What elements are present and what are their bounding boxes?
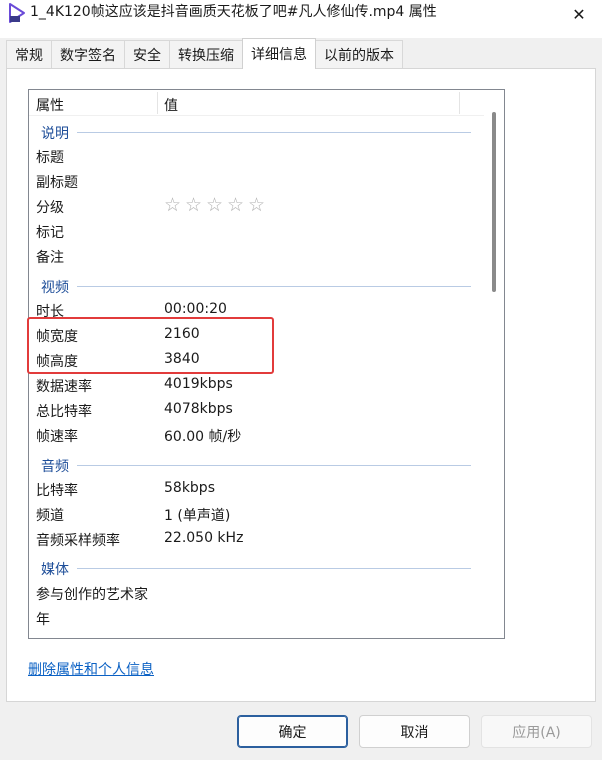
header-property[interactable]: 属性 bbox=[36, 95, 64, 115]
row-total-bitrate[interactable]: 总比特率 4078kbps bbox=[29, 398, 489, 423]
property-value: 4019kbps bbox=[164, 376, 233, 392]
row-channels[interactable]: 频道 1 (单声道) bbox=[29, 502, 489, 527]
property-key: 备注 bbox=[36, 250, 64, 266]
scrollbar-thumb[interactable] bbox=[492, 112, 496, 292]
property-key: 参与创作的艺术家 bbox=[36, 587, 148, 603]
property-key: 帧高度 bbox=[36, 354, 78, 370]
row-title[interactable]: 标题 bbox=[29, 144, 489, 169]
property-value: 58kbps bbox=[164, 480, 215, 496]
property-key: 音频采样频率 bbox=[36, 533, 120, 549]
group-divider bbox=[77, 132, 471, 133]
group-divider bbox=[77, 568, 471, 569]
group-media: 媒体 bbox=[29, 556, 489, 580]
property-key: 频道 bbox=[36, 508, 64, 524]
property-value: 00:00:20 bbox=[164, 301, 227, 317]
remove-properties-link[interactable]: 删除属性和个人信息 bbox=[28, 659, 154, 679]
property-key: 总比特率 bbox=[36, 404, 92, 420]
row-data-rate[interactable]: 数据速率 4019kbps bbox=[29, 373, 489, 398]
tab-previous-versions[interactable]: 以前的版本 bbox=[315, 40, 403, 68]
group-description: 说明 bbox=[29, 120, 489, 144]
row-sample-rate[interactable]: 音频采样频率 22.050 kHz bbox=[29, 527, 489, 552]
tab-details[interactable]: 详细信息 bbox=[242, 38, 316, 69]
property-key: 年 bbox=[36, 612, 50, 628]
row-frame-height[interactable]: 帧高度 3840 bbox=[29, 348, 489, 373]
row-year[interactable]: 年 bbox=[29, 606, 489, 631]
star-outline-icon[interactable]: ☆ bbox=[164, 194, 185, 216]
group-label: 说明 bbox=[41, 126, 69, 142]
row-frame-rate[interactable]: 帧速率 60.00 帧/秒 bbox=[29, 423, 489, 448]
group-video: 视频 bbox=[29, 274, 489, 298]
property-key: 副标题 bbox=[36, 175, 78, 191]
window-title: 1_4K120帧这应该是抖音画质天花板了吧#凡人修仙传.mp4 属性 bbox=[30, 4, 437, 20]
close-button[interactable]: ✕ bbox=[556, 0, 602, 28]
details-panel: 属性 值 说明 标题 副标题 分级 ☆ ☆ ☆ ☆ ☆ 标记 备注 视频 时长 … bbox=[6, 68, 596, 702]
title-bar: 1_4K120帧这应该是抖音画质天花板了吧#凡人修仙传.mp4 属性 ✕ bbox=[0, 0, 602, 38]
vertical-scrollbar[interactable] bbox=[484, 90, 504, 638]
property-key: 标题 bbox=[36, 150, 64, 166]
property-value: 4078kbps bbox=[164, 401, 233, 417]
property-key: 帧宽度 bbox=[36, 329, 78, 345]
apply-button[interactable]: 应用(A) bbox=[481, 715, 592, 748]
property-key: 数据速率 bbox=[36, 379, 92, 395]
tab-digital-signatures[interactable]: 数字签名 bbox=[51, 40, 125, 68]
group-divider bbox=[77, 465, 471, 466]
group-divider bbox=[77, 286, 471, 287]
row-tags[interactable]: 标记 bbox=[29, 219, 489, 244]
star-outline-icon[interactable]: ☆ bbox=[185, 194, 206, 216]
property-key: 比特率 bbox=[36, 483, 78, 499]
tab-security[interactable]: 安全 bbox=[124, 40, 170, 68]
star-outline-icon[interactable]: ☆ bbox=[248, 194, 269, 216]
property-value: 2160 bbox=[164, 326, 200, 342]
video-file-icon bbox=[9, 3, 25, 23]
header-value[interactable]: 值 bbox=[164, 95, 178, 115]
row-duration[interactable]: 时长 00:00:20 bbox=[29, 298, 489, 323]
property-key: 标记 bbox=[36, 225, 64, 241]
group-audio: 音频 bbox=[29, 453, 489, 477]
group-label: 音频 bbox=[41, 459, 69, 475]
group-label: 媒体 bbox=[41, 562, 69, 578]
row-audio-bitrate[interactable]: 比特率 58kbps bbox=[29, 477, 489, 502]
ok-button[interactable]: 确定 bbox=[237, 715, 348, 748]
header-separator[interactable] bbox=[157, 92, 158, 114]
cancel-button[interactable]: 取消 bbox=[359, 715, 470, 748]
row-subtitle[interactable]: 副标题 bbox=[29, 169, 489, 194]
star-outline-icon[interactable]: ☆ bbox=[206, 194, 227, 216]
property-value: 60.00 帧/秒 bbox=[164, 429, 242, 445]
tab-general[interactable]: 常规 bbox=[6, 40, 52, 68]
row-frame-width[interactable]: 帧宽度 2160 bbox=[29, 323, 489, 348]
property-key: 帧速率 bbox=[36, 429, 78, 445]
tab-strip: 常规 数字签名 安全 转换压缩 详细信息 以前的版本 bbox=[6, 38, 403, 69]
star-outline-icon[interactable]: ☆ bbox=[227, 194, 248, 216]
header-separator[interactable] bbox=[459, 92, 460, 114]
property-key: 分级 bbox=[36, 200, 64, 216]
properties-list[interactable]: 属性 值 说明 标题 副标题 分级 ☆ ☆ ☆ ☆ ☆ 标记 备注 视频 时长 … bbox=[28, 89, 505, 639]
group-label: 视频 bbox=[41, 280, 69, 296]
property-key: 时长 bbox=[36, 304, 64, 320]
row-contributing-artists[interactable]: 参与创作的艺术家 bbox=[29, 581, 489, 606]
list-header: 属性 值 bbox=[29, 90, 504, 116]
property-value: 1 (单声道) bbox=[164, 508, 231, 524]
rating-stars[interactable]: ☆ ☆ ☆ ☆ ☆ bbox=[164, 194, 269, 216]
close-icon: ✕ bbox=[572, 4, 586, 24]
property-value: 3840 bbox=[164, 351, 200, 367]
row-comments[interactable]: 备注 bbox=[29, 244, 489, 269]
row-rating[interactable]: 分级 ☆ ☆ ☆ ☆ ☆ bbox=[29, 194, 489, 219]
property-value: 22.050 kHz bbox=[164, 530, 244, 546]
tab-convert[interactable]: 转换压缩 bbox=[169, 40, 243, 68]
